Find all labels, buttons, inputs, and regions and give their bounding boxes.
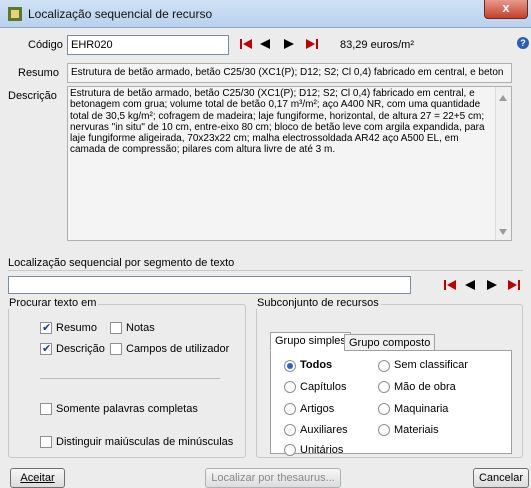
radio-sem-classificar-label: Sem classificar	[394, 359, 468, 371]
separator-line	[8, 270, 523, 271]
radio-materiais-label: Materiais	[394, 424, 439, 436]
palavras-checkbox[interactable]	[40, 403, 52, 415]
radio-capitulos-label: Capítulos	[300, 381, 347, 393]
radio-mao-de-obra-label: Mão de obra	[394, 381, 456, 393]
first-record-icon[interactable]	[240, 39, 252, 49]
aceitar-button[interactable]: Aceitar	[10, 468, 65, 488]
descricao-checkbox-label: Descrição	[56, 343, 105, 355]
search-previous-icon[interactable]	[465, 280, 475, 290]
radio-artigos-label: Artigos	[300, 403, 335, 415]
tab-grupo-composto[interactable]: Grupo composto	[344, 334, 436, 351]
cancelar-button[interactable]: Cancelar	[473, 468, 529, 488]
window-title: Localização sequencial de recurso	[28, 7, 213, 21]
search-input[interactable]	[8, 276, 411, 294]
radio-mao-de-obra[interactable]	[378, 381, 390, 393]
radio-capitulos[interactable]	[284, 381, 296, 393]
subconjunto-title: Subconjunto de recursos	[255, 297, 381, 309]
procurar-title: Procurar texto em	[7, 297, 99, 309]
close-button[interactable]: x	[484, 0, 528, 19]
notas-checkbox[interactable]	[110, 322, 122, 334]
codigo-label: Código	[28, 39, 63, 51]
search-next-icon[interactable]	[487, 280, 497, 290]
descricao-checkbox[interactable]	[40, 342, 52, 355]
radio-auxiliares[interactable]	[284, 424, 296, 436]
radio-todos-label: Todos	[300, 359, 333, 371]
last-record-icon[interactable]	[306, 39, 318, 49]
radio-auxiliares-label: Auxiliares	[300, 424, 348, 436]
help-icon[interactable]: ?	[517, 37, 529, 49]
radio-unitarios[interactable]	[284, 444, 296, 456]
radio-todos[interactable]	[284, 360, 296, 372]
search-label: Localização sequencial por segmento de t…	[8, 257, 235, 269]
resumo-checkbox-label: Resumo	[56, 322, 97, 334]
radio-sem-classificar[interactable]	[378, 360, 390, 372]
radio-maquinaria-label: Maquinaria	[394, 403, 449, 415]
descricao-label: Descrição	[8, 90, 57, 102]
app-icon	[8, 7, 22, 21]
resumo-checkbox[interactable]	[40, 321, 52, 334]
codigo-input[interactable]: EHR020	[67, 35, 229, 55]
radio-unitarios-label: Unitários	[300, 444, 344, 456]
tab-grupo-simples[interactable]: Grupo simples	[270, 332, 351, 351]
descricao-text: Estrutura de betão armado, betão C25/30 …	[70, 88, 485, 156]
price-text: 83,29 euros/m²	[340, 39, 414, 51]
radio-materiais[interactable]	[378, 424, 390, 436]
procurar-separator	[40, 378, 220, 379]
palavras-checkbox-label: Somente palavras completas	[56, 403, 198, 415]
scroll-down-arrow-icon[interactable]	[499, 226, 507, 238]
campos-checkbox[interactable]	[110, 343, 122, 355]
maiusculas-checkbox-label: Distinguir maiúsculas de minúsculas	[56, 436, 234, 448]
search-first-icon[interactable]	[444, 280, 456, 290]
scroll-up-arrow-icon[interactable]	[499, 92, 507, 104]
thesaurus-button[interactable]: Localizar por thesaurus...	[205, 468, 341, 488]
radio-artigos[interactable]	[284, 403, 296, 415]
campos-checkbox-label: Campos de utilizador	[126, 343, 230, 355]
previous-record-icon[interactable]	[260, 39, 270, 49]
resumo-label: Resumo	[18, 67, 59, 79]
radio-maquinaria[interactable]	[378, 403, 390, 415]
resumo-field[interactable]: Estrutura de betão armado, betão C25/30 …	[67, 63, 512, 83]
descricao-scrollbar[interactable]	[495, 87, 511, 240]
search-last-icon[interactable]	[508, 280, 520, 290]
notas-checkbox-label: Notas	[126, 322, 155, 334]
maiusculas-checkbox[interactable]	[40, 436, 52, 448]
next-record-icon[interactable]	[284, 39, 294, 49]
